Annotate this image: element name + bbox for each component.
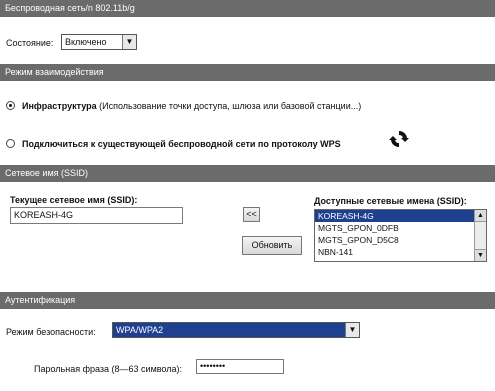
network-item[interactable]: KOREASH-4G: [315, 210, 486, 222]
chevron-down-icon: ▼: [122, 35, 136, 49]
state-label: Состояние:: [6, 38, 54, 48]
state-select-value: Включено: [65, 37, 107, 47]
security-mode-value: WPA/WPA2: [116, 325, 164, 335]
available-ssid-label: Доступные сетевые имена (SSID):: [314, 196, 467, 206]
section-header-ssid: Сетевое имя (SSID): [0, 165, 495, 182]
infrastructure-label: Инфраструктура: [22, 101, 97, 111]
infrastructure-option: Инфраструктура (Использование точки дост…: [22, 101, 361, 111]
passphrase-input[interactable]: ••••••••: [196, 359, 284, 374]
section-header-mode: Режим взаимодействия: [0, 64, 495, 81]
list-scrollbar[interactable]: ▲ ▼: [474, 210, 486, 261]
network-item[interactable]: MGTS_GPON_D5C8: [315, 234, 486, 246]
wps-label: Подключиться к существующей беспроводной…: [22, 139, 341, 149]
current-ssid-label: Текущее сетевое имя (SSID):: [10, 195, 138, 205]
scroll-up-icon[interactable]: ▲: [475, 210, 486, 222]
chevron-down-icon: ▼: [345, 323, 359, 337]
infrastructure-description: (Использование точки доступа, шлюза или …: [96, 101, 362, 111]
section-header-auth: Аутентификация: [0, 292, 495, 309]
radio-wps[interactable]: [6, 139, 15, 148]
network-item[interactable]: NBN-141: [315, 246, 486, 258]
scroll-down-icon[interactable]: ▼: [475, 249, 486, 261]
copy-ssid-button[interactable]: <<: [243, 207, 260, 222]
wps-icon: [389, 130, 409, 148]
passphrase-label: Парольная фраза (8—63 символа):: [34, 364, 182, 374]
radio-infrastructure[interactable]: [6, 101, 15, 110]
state-select[interactable]: Включено ▼: [61, 34, 137, 50]
refresh-button[interactable]: Обновить: [242, 236, 302, 255]
current-ssid-input[interactable]: KOREASH-4G: [10, 207, 183, 224]
available-ssid-list[interactable]: KOREASH-4G MGTS_GPON_0DFB MGTS_GPON_D5C8…: [314, 209, 487, 262]
security-mode-select[interactable]: WPA/WPA2 ▼: [112, 322, 360, 338]
network-item[interactable]: MGTS_GPON_0DFB: [315, 222, 486, 234]
security-mode-label: Режим безопасности:: [6, 327, 96, 337]
section-header-wireless: Беспроводная сеть/n 802.11b/g: [0, 0, 495, 17]
